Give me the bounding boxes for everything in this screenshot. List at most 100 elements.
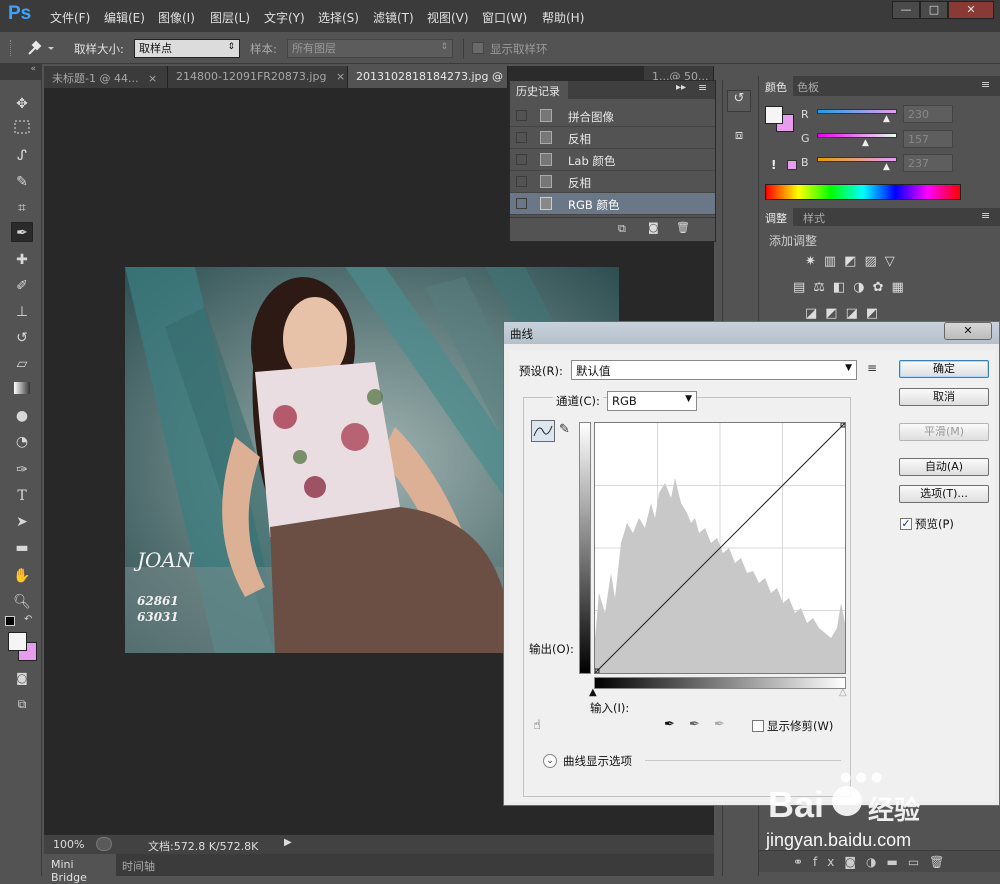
show-ring-checkbox[interactable] bbox=[472, 42, 484, 54]
crop-tool-icon[interactable]: ⌗ bbox=[11, 198, 33, 218]
gamut-warning-icon[interactable]: ! bbox=[771, 158, 776, 172]
tab-close-icon[interactable]: × bbox=[336, 70, 345, 83]
black-eyedropper-icon[interactable]: ✒ bbox=[664, 717, 675, 732]
g-value-input[interactable]: 157 bbox=[903, 130, 953, 148]
eyedropper-tool-icon[interactable]: ✒ bbox=[11, 222, 33, 242]
grip-handle[interactable] bbox=[10, 40, 14, 56]
white-point-slider[interactable]: △ bbox=[839, 687, 847, 698]
menu-view[interactable]: 视图(V) bbox=[427, 9, 469, 26]
pencil-tool-icon[interactable]: ✎ bbox=[559, 422, 570, 437]
snapshot-camera-icon[interactable]: ◙ bbox=[648, 221, 659, 234]
color-fg-swatch[interactable] bbox=[765, 106, 783, 124]
hand-tool-icon[interactable]: ✋ bbox=[11, 566, 33, 586]
pen-tool-icon[interactable]: ✑ bbox=[11, 460, 33, 480]
menu-filter[interactable]: 滤镜(T) bbox=[373, 9, 414, 26]
history-brush-tool-icon[interactable]: ↺ bbox=[11, 328, 33, 348]
blur-tool-icon[interactable]: ● bbox=[11, 406, 33, 426]
g-slider[interactable] bbox=[817, 133, 897, 138]
white-eyedropper-icon[interactable]: ✒ bbox=[714, 717, 725, 732]
type-tool-icon[interactable]: T bbox=[11, 486, 33, 506]
gamut-swatch[interactable] bbox=[787, 160, 797, 170]
healing-brush-tool-icon[interactable]: ✚ bbox=[11, 250, 33, 270]
b-value-input[interactable]: 237 bbox=[903, 154, 953, 172]
options-button[interactable]: 选项(T)... bbox=[899, 485, 989, 503]
r-value-input[interactable]: 230 bbox=[903, 105, 953, 123]
b-slider-thumb[interactable]: ▲ bbox=[883, 162, 890, 172]
eyedropper-tool-preset-icon[interactable] bbox=[24, 38, 60, 58]
history-item[interactable]: 拼合图像 bbox=[510, 105, 715, 127]
curve-display-options-label[interactable]: 曲线显示选项 bbox=[563, 753, 632, 769]
clone-stamp-tool-icon[interactable]: ⊥ bbox=[11, 302, 33, 322]
history-item[interactable]: 反相 bbox=[510, 127, 715, 149]
menu-help[interactable]: 帮助(H) bbox=[542, 9, 584, 26]
screen-mode-icon[interactable]: ⧉ bbox=[11, 694, 33, 714]
path-select-tool-icon[interactable]: ➤ bbox=[11, 512, 33, 532]
history-source-checkbox[interactable] bbox=[516, 110, 527, 121]
cancel-button[interactable]: 取消 bbox=[899, 388, 989, 406]
default-colors-icon[interactable] bbox=[5, 616, 15, 626]
adjustment-icons-row-1[interactable]: ✷▥◩▨▽ bbox=[805, 254, 903, 269]
auto-button[interactable]: 自动(A) bbox=[899, 458, 989, 476]
curve-edit-tool-icon[interactable] bbox=[531, 420, 555, 442]
eraser-tool-icon[interactable]: ▱ bbox=[11, 354, 33, 374]
show-clipping-checkbox[interactable] bbox=[752, 720, 764, 732]
tab-active-document[interactable]: 2013102818184273.jpg @ 100%(RGB/8) * bbox=[348, 66, 508, 88]
lasso-tool-icon[interactable]: ᔑ bbox=[11, 146, 33, 166]
menu-window[interactable]: 窗口(W) bbox=[482, 9, 527, 26]
dodge-tool-icon[interactable]: ◔ bbox=[11, 432, 33, 452]
sample-size-select[interactable]: 取样点 ⇕ bbox=[134, 39, 240, 58]
status-icon[interactable] bbox=[96, 837, 112, 851]
history-source-checkbox[interactable] bbox=[516, 154, 527, 165]
panel-menu-icon[interactable]: ≡ bbox=[981, 209, 990, 222]
tab-swatches[interactable]: 色板 bbox=[797, 79, 819, 95]
status-menu-arrow-icon[interactable]: ▶ bbox=[284, 837, 292, 848]
smooth-button[interactable]: 平滑(M) bbox=[899, 423, 989, 441]
on-image-adjust-icon[interactable]: ☝ bbox=[533, 718, 541, 733]
history-panel-tab[interactable]: 历史记录 bbox=[510, 81, 568, 99]
restore-button[interactable]: □ bbox=[920, 1, 948, 19]
adjustment-icons-row-2[interactable]: ▤⚖◧◑✿▦ bbox=[793, 280, 912, 295]
color-spectrum-bar[interactable] bbox=[765, 184, 961, 200]
sample-select[interactable]: 所有图层 ⇕ bbox=[287, 39, 453, 58]
history-panel-icon[interactable]: ↺ bbox=[727, 90, 751, 112]
zoom-tool-icon[interactable]: 🔍︎ bbox=[11, 592, 33, 612]
zoom-level[interactable]: 100% bbox=[53, 838, 84, 851]
menu-select[interactable]: 选择(S) bbox=[318, 9, 359, 26]
preset-select[interactable]: 默认值 ▼ bbox=[571, 360, 857, 380]
quick-mask-icon[interactable]: ◙ bbox=[11, 668, 33, 688]
g-slider-thumb[interactable]: ▲ bbox=[862, 138, 869, 148]
r-slider-thumb[interactable]: ▲ bbox=[883, 114, 890, 124]
brush-tool-icon[interactable]: ✐ bbox=[11, 276, 33, 296]
menu-file[interactable]: 文件(F) bbox=[50, 9, 90, 26]
tab-color[interactable]: 颜色 bbox=[759, 76, 793, 96]
preview-checkbox[interactable]: ✓ bbox=[900, 518, 912, 530]
gradient-tool-icon[interactable] bbox=[11, 380, 33, 400]
collapse-icon[interactable]: ▸▸ bbox=[676, 82, 686, 93]
ok-button[interactable]: 确定 bbox=[899, 360, 989, 378]
gray-eyedropper-icon[interactable]: ✒ bbox=[689, 717, 700, 732]
channel-select[interactable]: RGB ▼ bbox=[607, 391, 697, 411]
swap-colors-icon[interactable]: ↶ bbox=[24, 614, 32, 625]
adjustment-icons-row-3[interactable]: ◪◩◪◩ bbox=[805, 306, 886, 321]
panel-menu-icon[interactable]: ≡ bbox=[981, 78, 990, 91]
history-item-selected[interactable]: RGB 颜色 bbox=[510, 193, 715, 215]
tab-timeline[interactable]: 时间轴 bbox=[116, 854, 166, 876]
tab-mini-bridge[interactable]: Mini Bridge bbox=[44, 854, 116, 884]
history-item[interactable]: 反相 bbox=[510, 171, 715, 193]
history-source-checkbox[interactable] bbox=[516, 132, 527, 143]
expand-chevron-icon[interactable]: ⌄ bbox=[543, 754, 557, 768]
marquee-tool-icon[interactable] bbox=[11, 120, 33, 140]
preset-options-icon[interactable]: ≡ bbox=[867, 361, 877, 375]
black-point-slider[interactable]: ▲ bbox=[589, 687, 597, 698]
minimize-button[interactable]: — bbox=[892, 1, 920, 19]
menu-type[interactable]: 文字(Y) bbox=[264, 9, 305, 26]
tab-adjustments[interactable]: 调整 bbox=[759, 208, 793, 226]
new-document-from-state-icon[interactable]: ⧉ bbox=[618, 222, 626, 236]
history-item[interactable]: Lab 颜色 bbox=[510, 149, 715, 171]
quick-select-tool-icon[interactable]: ✎ bbox=[11, 172, 33, 192]
menu-edit[interactable]: 编辑(E) bbox=[104, 9, 145, 26]
dialog-close-button[interactable]: ✕ bbox=[944, 322, 992, 340]
trash-icon[interactable]: 🗑︎ bbox=[676, 221, 690, 234]
curve-graph[interactable] bbox=[594, 422, 846, 674]
rectangle-tool-icon[interactable]: ▬ bbox=[11, 538, 33, 558]
